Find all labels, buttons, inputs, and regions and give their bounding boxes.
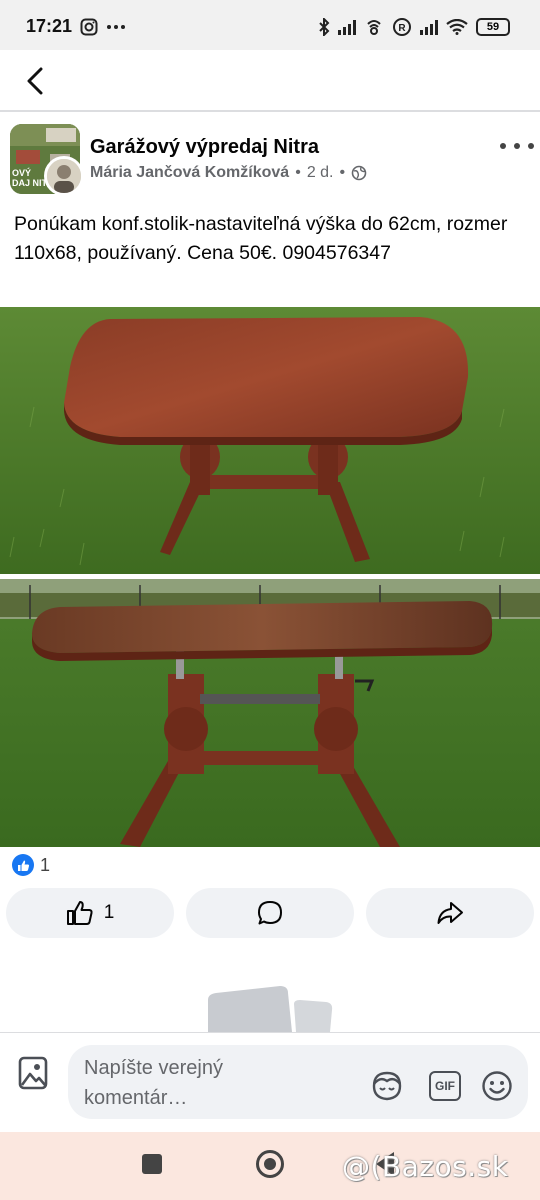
share-button[interactable] bbox=[366, 888, 534, 938]
signal-icon bbox=[338, 19, 356, 35]
recents-button[interactable] bbox=[142, 1154, 162, 1174]
more-icon bbox=[107, 25, 125, 29]
reaction-summary[interactable]: 1 bbox=[12, 854, 50, 876]
instagram-icon bbox=[80, 18, 98, 36]
photo-icon bbox=[18, 1056, 48, 1090]
home-button[interactable] bbox=[256, 1150, 284, 1178]
watermark-text: @(Bazos.sk bbox=[342, 1150, 509, 1183]
author-avatar-image bbox=[47, 159, 81, 193]
hotspot-icon bbox=[367, 20, 381, 35]
comment-input[interactable]: Napíšte verejný komentár… GIF bbox=[68, 1045, 528, 1119]
back-arrow-icon bbox=[27, 67, 43, 95]
author-avatar[interactable] bbox=[44, 156, 84, 196]
system-nav-bar: @(Bazos.sk bbox=[0, 1132, 540, 1200]
svg-text:R: R bbox=[398, 23, 406, 34]
meta-separator: • bbox=[295, 164, 301, 181]
signal-icon-2 bbox=[420, 19, 438, 35]
like-reaction-icon bbox=[12, 854, 34, 876]
battery-icon: 59 bbox=[476, 18, 510, 36]
group-name[interactable]: Garážový výpredaj Nitra bbox=[90, 136, 319, 159]
table-photo-1 bbox=[0, 307, 540, 574]
globe-icon bbox=[351, 165, 367, 181]
avatar-sticker-button[interactable] bbox=[370, 1069, 404, 1103]
like-button[interactable]: 1 bbox=[6, 888, 174, 938]
status-left-icons bbox=[80, 18, 126, 36]
meta-separator-2: • bbox=[339, 164, 346, 181]
author-name[interactable]: Mária Jančová Komžíková bbox=[90, 164, 289, 182]
top-nav bbox=[0, 50, 540, 112]
wifi-icon bbox=[446, 19, 468, 35]
data-saver-icon: R bbox=[393, 18, 411, 36]
share-icon bbox=[437, 902, 463, 924]
reaction-count: 1 bbox=[40, 854, 51, 875]
emoji-icon bbox=[482, 1071, 512, 1101]
avatar-sticker-icon bbox=[372, 1071, 402, 1101]
emoji-button[interactable] bbox=[480, 1069, 514, 1103]
comment-placeholder: Napíšte verejný komentár… bbox=[84, 1057, 223, 1109]
loading-placeholder bbox=[208, 986, 333, 1032]
comment-icon bbox=[258, 901, 282, 925]
post-meta: Mária Jančová Komžíková • 2 d. • bbox=[90, 164, 367, 182]
gif-button[interactable]: GIF bbox=[428, 1069, 462, 1103]
status-time: 17:21 bbox=[26, 16, 73, 36]
table-photo-2 bbox=[0, 579, 540, 847]
post-photo-1[interactable] bbox=[0, 307, 540, 574]
comment-composer: Napíšte verejný komentár… GIF bbox=[0, 1032, 540, 1132]
post-time[interactable]: 2 d. bbox=[307, 164, 334, 182]
post-options-button[interactable] bbox=[500, 136, 534, 156]
like-count: 1 bbox=[103, 902, 115, 923]
gif-icon: GIF bbox=[429, 1071, 461, 1101]
status-bar: 17:21 R 59 bbox=[0, 0, 540, 50]
attach-photo-button[interactable] bbox=[18, 1055, 48, 1091]
back-button[interactable] bbox=[18, 64, 52, 98]
post-photo-2[interactable] bbox=[0, 579, 540, 847]
bluetooth-icon bbox=[319, 18, 330, 36]
comment-button[interactable] bbox=[186, 888, 354, 938]
post-text: Ponúkam konf.stolik-nastaviteľná výška d… bbox=[14, 213, 508, 264]
like-icon bbox=[66, 901, 93, 925]
status-right-icons: R 59 bbox=[318, 17, 510, 37]
